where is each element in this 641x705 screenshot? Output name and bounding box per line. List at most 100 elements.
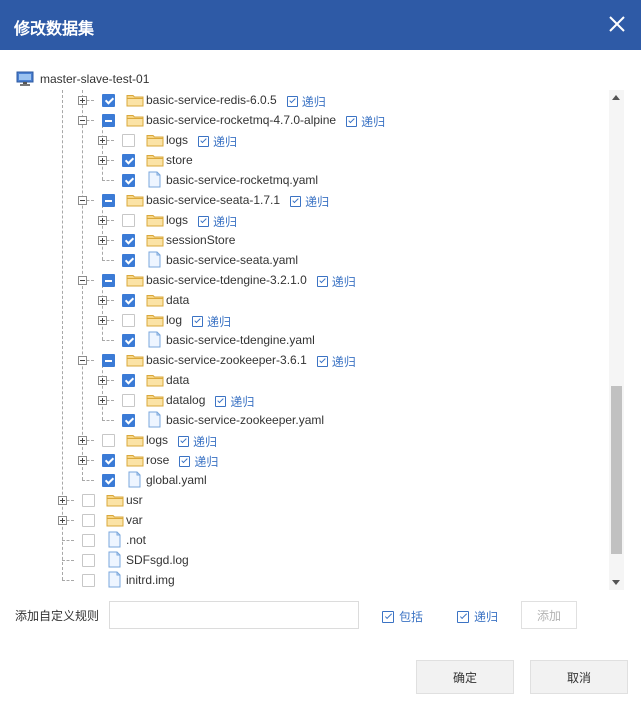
node-label[interactable]: initrd.img xyxy=(126,573,175,587)
node-checkbox[interactable] xyxy=(82,574,95,587)
node-checkbox[interactable] xyxy=(122,334,135,347)
confirm-button[interactable]: 确定 xyxy=(416,660,514,694)
close-icon[interactable] xyxy=(605,12,629,36)
recursive-toggle[interactable]: 递归 xyxy=(316,273,356,290)
expand-icon[interactable] xyxy=(98,376,107,385)
node-checkbox[interactable] xyxy=(102,474,115,487)
node-label[interactable]: SDFsgd.log xyxy=(126,553,189,567)
node-label[interactable]: logs xyxy=(166,133,188,147)
scroll-down-icon[interactable] xyxy=(612,580,620,585)
node-label[interactable]: basic-service-zookeeper-3.6.1 xyxy=(146,353,307,367)
node-label[interactable]: .not xyxy=(126,533,146,547)
node-checkbox[interactable] xyxy=(102,354,115,367)
node-label[interactable]: basic-service-tdengine.yaml xyxy=(166,333,315,347)
node-checkbox[interactable] xyxy=(102,194,115,207)
recursive-toggle[interactable]: 递归 xyxy=(198,133,237,150)
expand-icon[interactable] xyxy=(98,156,107,165)
node-checkbox[interactable] xyxy=(122,154,135,167)
collapse-icon[interactable] xyxy=(78,196,87,205)
node-label[interactable]: basic-service-seata-1.7.1 xyxy=(146,193,280,207)
node-checkbox[interactable] xyxy=(122,314,135,327)
node-checkbox[interactable] xyxy=(102,94,115,107)
recursive-check-icon xyxy=(198,216,210,227)
expand-icon[interactable] xyxy=(98,296,107,305)
tree-root[interactable]: master-slave-test-01 xyxy=(16,70,149,88)
node-label[interactable]: data xyxy=(166,373,189,387)
recursive-check-icon xyxy=(316,356,328,367)
recursive-toggle[interactable]: 递归 xyxy=(198,213,237,230)
node-checkbox[interactable] xyxy=(122,174,135,187)
expand-icon[interactable] xyxy=(98,316,107,325)
recursive-toggle[interactable]: 递归 xyxy=(179,453,218,470)
scroll-thumb[interactable] xyxy=(611,386,622,554)
node-label[interactable]: store xyxy=(166,153,193,167)
tree-connector xyxy=(102,180,114,181)
node-label[interactable]: rose xyxy=(146,453,169,467)
recursive-toggle[interactable]: 递归 xyxy=(290,193,329,210)
node-label[interactable]: basic-service-rocketmq-4.7.0-alpine xyxy=(146,113,336,127)
node-checkbox[interactable] xyxy=(82,554,95,567)
node-label[interactable]: basic-service-seata.yaml xyxy=(166,253,298,267)
node-label[interactable]: basic-service-rocketmq.yaml xyxy=(166,173,318,187)
file-icon xyxy=(148,411,161,428)
node-label[interactable]: logs xyxy=(166,213,188,227)
recursive-toggle[interactable]: 递归 xyxy=(346,113,385,130)
node-checkbox[interactable] xyxy=(122,414,135,427)
expand-icon[interactable] xyxy=(98,236,107,245)
node-label[interactable]: usr xyxy=(126,493,143,507)
rule-recursive-checkbox[interactable]: 递归 xyxy=(457,608,498,625)
include-checkbox[interactable]: 包括 xyxy=(382,608,423,625)
node-label[interactable]: datalog xyxy=(166,393,205,407)
node-label[interactable]: sessionStore xyxy=(166,233,235,247)
folder-icon xyxy=(146,293,164,307)
expand-icon[interactable] xyxy=(98,136,107,145)
node-checkbox[interactable] xyxy=(102,454,115,467)
node-label[interactable]: basic-service-zookeeper.yaml xyxy=(166,413,324,427)
node-label[interactable]: logs xyxy=(146,433,168,447)
cancel-button[interactable]: 取消 xyxy=(530,660,628,694)
node-checkbox[interactable] xyxy=(122,214,135,227)
custom-rule-input[interactable] xyxy=(109,601,359,629)
node-checkbox[interactable] xyxy=(122,394,135,407)
node-checkbox[interactable] xyxy=(122,254,135,267)
expand-icon[interactable] xyxy=(98,396,107,405)
tree-scrollbar[interactable] xyxy=(609,90,624,590)
node-checkbox[interactable] xyxy=(82,514,95,527)
scroll-up-icon[interactable] xyxy=(612,95,620,100)
expand-icon[interactable] xyxy=(58,496,67,505)
folder-icon xyxy=(126,353,144,367)
expand-icon[interactable] xyxy=(78,96,87,105)
recursive-toggle[interactable]: 递归 xyxy=(192,313,231,330)
expand-icon[interactable] xyxy=(98,216,107,225)
node-label[interactable]: log xyxy=(166,313,182,327)
collapse-icon[interactable] xyxy=(78,116,87,125)
recursive-check-icon xyxy=(286,96,298,107)
collapse-icon[interactable] xyxy=(78,356,87,365)
recursive-toggle[interactable]: 递归 xyxy=(316,353,356,370)
node-checkbox[interactable] xyxy=(122,234,135,247)
node-label[interactable]: var xyxy=(126,513,143,527)
node-checkbox[interactable] xyxy=(122,134,135,147)
folder-icon xyxy=(146,133,164,147)
node-checkbox[interactable] xyxy=(122,374,135,387)
node-label[interactable]: basic-service-tdengine-3.2.1.0 xyxy=(146,273,307,287)
recursive-toggle[interactable]: 递归 xyxy=(178,433,217,450)
node-label[interactable]: basic-service-redis-6.0.5 xyxy=(146,93,277,107)
node-label[interactable]: data xyxy=(166,293,189,307)
node-checkbox[interactable] xyxy=(102,114,115,127)
add-rule-button[interactable]: 添加 xyxy=(521,601,577,629)
node-checkbox[interactable] xyxy=(82,534,95,547)
expand-icon[interactable] xyxy=(78,456,87,465)
node-checkbox[interactable] xyxy=(102,434,115,447)
recursive-toggle[interactable]: 递归 xyxy=(215,393,254,410)
file-tree[interactable]: basic-service-redis-6.0.5 递归 basic-service… xyxy=(0,90,607,590)
recursive-check-icon xyxy=(179,456,191,467)
node-checkbox[interactable] xyxy=(122,294,135,307)
node-checkbox[interactable] xyxy=(82,494,95,507)
recursive-toggle[interactable]: 递归 xyxy=(286,93,326,110)
node-label[interactable]: global.yaml xyxy=(146,473,207,487)
expand-icon[interactable] xyxy=(58,516,67,525)
expand-icon[interactable] xyxy=(78,436,87,445)
node-checkbox[interactable] xyxy=(102,274,115,287)
collapse-icon[interactable] xyxy=(78,276,87,285)
